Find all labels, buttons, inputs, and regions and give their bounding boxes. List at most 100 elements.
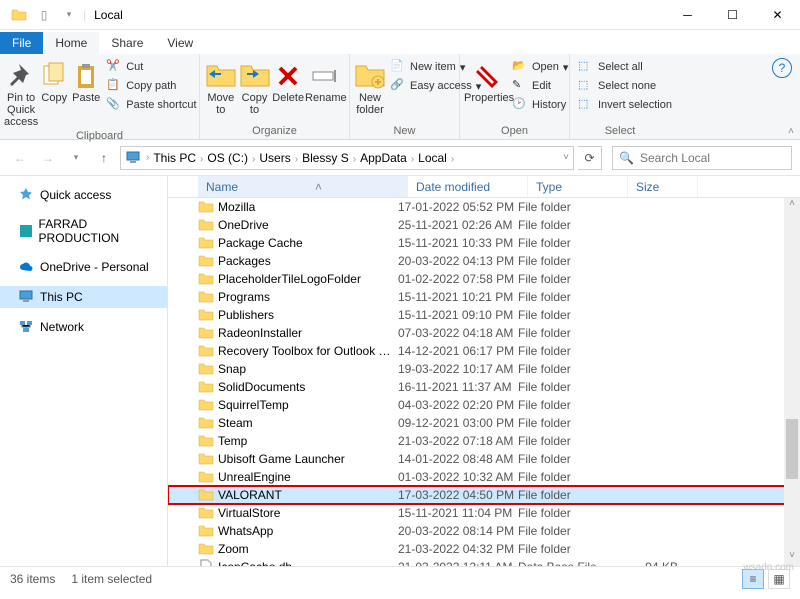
breadcrumb-segment[interactable]: Blessy S <box>299 151 352 165</box>
file-row[interactable]: Packages20-03-2022 04:13 PMFile folder <box>168 252 800 270</box>
new-folder-button[interactable]: New folder <box>354 56 386 116</box>
column-name[interactable]: Name˄ <box>198 176 408 197</box>
history-button[interactable]: 🕑History <box>508 96 572 114</box>
file-row[interactable]: WhatsApp20-03-2022 08:14 PMFile folder <box>168 522 800 540</box>
file-type: File folder <box>518 326 618 340</box>
file-row[interactable]: Snap19-03-2022 10:17 AMFile folder <box>168 360 800 378</box>
star-icon <box>18 187 34 203</box>
paste-shortcut-button[interactable]: 📎Paste shortcut <box>102 96 200 114</box>
file-date: 21-03-2022 07:18 AM <box>398 434 518 448</box>
file-type: File folder <box>518 290 618 304</box>
breadcrumb[interactable]: › This PC›OS (C:)›Users›Blessy S›AppData… <box>120 146 574 170</box>
up-button[interactable]: ↑ <box>92 146 116 170</box>
file-row[interactable]: IconCache.db21-03-2022 12:11 AMData Base… <box>168 558 800 566</box>
copy-path-button[interactable]: 📋Copy path <box>102 77 200 95</box>
column-date[interactable]: Date modified <box>408 176 528 197</box>
file-date: 20-03-2022 08:14 PM <box>398 524 518 538</box>
sidebar-item[interactable]: This PC <box>0 286 167 308</box>
column-type[interactable]: Type <box>528 176 628 197</box>
pin-quick-access-button[interactable]: Pin to Quick access <box>4 56 38 128</box>
file-row[interactable]: SquirrelTemp04-03-2022 02:20 PMFile fold… <box>168 396 800 414</box>
recent-locations-button[interactable]: ▾ <box>64 146 88 170</box>
status-bar: 36 items 1 item selected ≡ ▦ <box>0 566 800 590</box>
file-row[interactable]: VirtualStore15-11-2021 11:04 PMFile fold… <box>168 504 800 522</box>
file-list: Name˄ Date modified Type Size Mozilla17-… <box>168 176 800 566</box>
file-name: PlaceholderTileLogoFolder <box>218 272 398 286</box>
sidebar-item[interactable]: Quick access <box>0 184 167 206</box>
breadcrumb-segment[interactable]: Local <box>415 151 450 165</box>
file-row[interactable]: PlaceholderTileLogoFolder01-02-2022 07:5… <box>168 270 800 288</box>
file-row[interactable]: Steam09-12-2021 03:00 PMFile folder <box>168 414 800 432</box>
file-date: 15-11-2021 09:10 PM <box>398 308 518 322</box>
rename-button[interactable]: Rename <box>305 56 345 104</box>
file-date: 21-03-2022 12:11 AM <box>398 560 518 566</box>
address-bar: ← → ▾ ↑ › This PC›OS (C:)›Users›Blessy S… <box>0 140 800 176</box>
tab-view[interactable]: View <box>155 32 205 54</box>
file-row[interactable]: Zoom21-03-2022 04:32 PMFile folder <box>168 540 800 558</box>
file-name: SolidDocuments <box>218 380 398 394</box>
qat-button[interactable]: ▯ <box>33 4 55 26</box>
file-type: File folder <box>518 398 618 412</box>
file-type: File folder <box>518 200 618 214</box>
network-icon <box>18 319 34 335</box>
open-button[interactable]: 📂Open ▾ <box>508 58 572 76</box>
edit-button[interactable]: ✎Edit <box>508 77 572 95</box>
file-row[interactable]: VALORANT17-03-2022 04:50 PMFile folder <box>168 486 800 504</box>
file-row[interactable]: Recovery Toolbox for Outlook Password14-… <box>168 342 800 360</box>
copy-to-button[interactable]: Copy to <box>238 56 272 116</box>
search-input[interactable]: 🔍 Search Local <box>612 146 792 170</box>
tab-file[interactable]: File <box>0 32 43 54</box>
collapse-ribbon-icon[interactable]: ˄ <box>788 126 794 137</box>
paste-button[interactable]: Paste <box>70 56 102 104</box>
back-button[interactable]: ← <box>8 146 32 170</box>
file-row[interactable]: Temp21-03-2022 07:18 AMFile folder <box>168 432 800 450</box>
column-size[interactable]: Size <box>628 176 698 197</box>
maximize-button[interactable]: ☐ <box>710 0 755 30</box>
sidebar-item[interactable]: FARRAD PRODUCTION <box>0 214 167 248</box>
help-button[interactable]: ? <box>772 58 792 78</box>
copy-button[interactable]: Copy <box>38 56 70 104</box>
refresh-button[interactable]: ⟳ <box>578 146 602 170</box>
file-type: File folder <box>518 362 618 376</box>
file-date: 21-03-2022 04:32 PM <box>398 542 518 556</box>
file-date: 17-01-2022 05:52 PM <box>398 200 518 214</box>
file-row[interactable]: UnrealEngine01-03-2022 10:32 AMFile fold… <box>168 468 800 486</box>
qat-dropdown[interactable]: ▾ <box>58 4 80 26</box>
forward-button[interactable]: → <box>36 146 60 170</box>
breadcrumb-segment[interactable]: Users <box>256 151 293 165</box>
tab-home[interactable]: Home <box>43 32 99 54</box>
file-row[interactable]: Package Cache15-11-2021 10:33 PMFile fol… <box>168 234 800 252</box>
file-row[interactable]: SolidDocuments16-11-2021 11:37 AMFile fo… <box>168 378 800 396</box>
delete-button[interactable]: Delete <box>271 56 305 104</box>
breadcrumb-segment[interactable]: This PC <box>150 151 199 165</box>
file-type: File folder <box>518 452 618 466</box>
breadcrumb-segment[interactable]: OS (C:) <box>204 151 251 165</box>
tab-share[interactable]: Share <box>99 32 155 54</box>
move-to-button[interactable]: Move to <box>204 56 238 116</box>
file-name: Zoom <box>218 542 398 556</box>
select-none-button[interactable]: ⬚Select none <box>574 77 676 95</box>
folder-icon <box>198 289 214 305</box>
minimize-button[interactable]: ─ <box>665 0 710 30</box>
column-headers[interactable]: Name˄ Date modified Type Size <box>168 176 800 198</box>
file-row[interactable]: OneDrive25-11-2021 02:26 AMFile folder <box>168 216 800 234</box>
cut-button[interactable]: ✂️Cut <box>102 58 200 76</box>
file-date: 25-11-2021 02:26 AM <box>398 218 518 232</box>
sidebar-item[interactable]: Network <box>0 316 167 338</box>
select-all-button[interactable]: ⬚Select all <box>574 58 676 76</box>
file-row[interactable]: Programs15-11-2021 10:21 PMFile folder <box>168 288 800 306</box>
file-row[interactable]: Publishers15-11-2021 09:10 PMFile folder <box>168 306 800 324</box>
file-date: 15-11-2021 10:33 PM <box>398 236 518 250</box>
file-row[interactable]: Ubisoft Game Launcher14-01-2022 08:48 AM… <box>168 450 800 468</box>
file-row[interactable]: Mozilla17-01-2022 05:52 PMFile folder <box>168 198 800 216</box>
file-name: Ubisoft Game Launcher <box>218 452 398 466</box>
sidebar-item[interactable]: OneDrive - Personal <box>0 256 167 278</box>
file-type: File folder <box>518 344 618 358</box>
properties-button[interactable]: Properties <box>464 56 508 104</box>
file-date: 01-02-2022 07:58 PM <box>398 272 518 286</box>
scrollbar[interactable]: ˄ ˅ <box>784 198 800 566</box>
invert-selection-button[interactable]: ⬚Invert selection <box>574 96 676 114</box>
file-row[interactable]: RadeonInstaller07-03-2022 04:18 AMFile f… <box>168 324 800 342</box>
close-button[interactable]: ✕ <box>755 0 800 30</box>
breadcrumb-segment[interactable]: AppData <box>357 151 410 165</box>
